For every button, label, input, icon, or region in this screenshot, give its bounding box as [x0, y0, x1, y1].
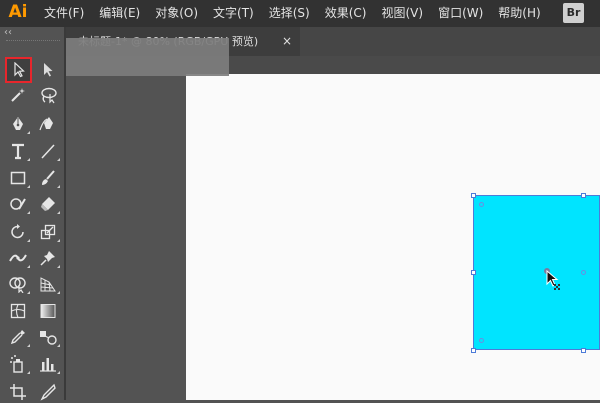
menu-view[interactable]: 视图(V) [373, 0, 430, 27]
line-segment-tool[interactable] [36, 140, 60, 162]
menu-object[interactable]: 对象(O) [147, 0, 205, 27]
artboard-icon [10, 384, 26, 400]
live-corner-widget-bottom-left[interactable] [479, 338, 484, 343]
column-graph-icon [40, 358, 56, 372]
shape-builder-tool[interactable] [6, 273, 30, 295]
menu-help[interactable]: 帮助(H) [490, 0, 547, 27]
eraser-icon [41, 197, 55, 211]
shape-builder-icon [9, 277, 26, 293]
gradient-icon [40, 304, 56, 318]
lasso-tool[interactable] [36, 84, 60, 106]
arrow-icon [13, 62, 25, 78]
resize-handle-top-middle[interactable] [581, 193, 586, 198]
line-icon [41, 144, 55, 159]
puppet-warp-tool[interactable] [36, 247, 60, 269]
bridge-button[interactable]: Br [563, 3, 584, 23]
curvature-pen-icon [39, 117, 53, 131]
eyedropper-icon [10, 330, 25, 345]
menu-edit[interactable]: 编辑(E) [91, 0, 147, 27]
resize-handle-top-left[interactable] [471, 193, 476, 198]
menu-type[interactable]: 文字(T) [205, 0, 261, 27]
paintbrush-tool[interactable] [36, 167, 60, 189]
rectangle-tool[interactable] [6, 167, 30, 189]
width-icon [9, 254, 27, 262]
symbol-sprayer-tool[interactable] [6, 353, 30, 375]
perspective-grid-tool[interactable] [36, 273, 60, 295]
type-icon [12, 143, 24, 160]
perspective-icon [40, 277, 56, 292]
menu-select[interactable]: 选择(S) [261, 0, 317, 27]
selection-tool[interactable] [5, 57, 32, 83]
tools-panel: ‹‹ [0, 27, 66, 401]
curvature-tool[interactable] [36, 113, 60, 135]
live-corner-widget-right[interactable] [581, 270, 586, 275]
panel-grip[interactable] [6, 40, 60, 43]
resize-handle-bottom-middle[interactable] [581, 348, 586, 353]
gradient-tool[interactable] [36, 300, 60, 322]
eyedropper-tool[interactable] [6, 326, 30, 348]
menu-bar: Ai 文件(F) 编辑(E) 对象(O) 文字(T) 选择(S) 效果(C) 视… [0, 0, 600, 27]
live-corner-widget-top-left[interactable] [479, 202, 484, 207]
magic-wand-tool[interactable] [6, 84, 30, 106]
column-graph-tool[interactable] [36, 353, 60, 375]
menu-window[interactable]: 窗口(W) [430, 0, 490, 27]
slice-icon [40, 383, 56, 401]
collapse-panel-button[interactable]: ‹‹ [4, 28, 12, 38]
tab-strip [300, 27, 600, 56]
blurred-overlay [53, 38, 229, 76]
rectangle-icon [10, 171, 26, 185]
width-tool[interactable] [6, 247, 30, 269]
symbol-sprayer-icon [10, 355, 23, 373]
blend-icon [40, 331, 57, 345]
lasso-icon [41, 87, 57, 104]
magic-wand-icon [11, 88, 25, 102]
shaper-icon [10, 198, 26, 210]
eraser-tool[interactable] [36, 193, 60, 215]
scale-icon [40, 224, 56, 240]
type-tool[interactable] [6, 140, 30, 162]
direct-selection-tool[interactable] [36, 59, 60, 81]
resize-handle-bottom-left[interactable] [471, 348, 476, 353]
menu-effect[interactable]: 效果(C) [317, 0, 374, 27]
pen-icon [13, 117, 23, 130]
shaper-tool[interactable] [6, 193, 30, 215]
blend-tool[interactable] [36, 326, 60, 348]
main-menu: 文件(F) 编辑(E) 对象(O) 文字(T) 选择(S) 效果(C) 视图(V… [36, 0, 548, 27]
close-tab-button[interactable]: × [282, 27, 292, 56]
resize-handle-middle-left[interactable] [471, 270, 476, 275]
mesh-icon [10, 303, 26, 319]
pin-icon [40, 251, 55, 266]
scale-tool[interactable] [36, 221, 60, 243]
rotate-icon [11, 224, 24, 239]
pen-tool[interactable] [6, 113, 30, 135]
brush-icon [42, 170, 55, 185]
rotate-tool[interactable] [6, 221, 30, 243]
menu-file[interactable]: 文件(F) [36, 0, 91, 27]
hollow-arrow-icon [44, 63, 53, 77]
mouse-cursor-icon [546, 269, 562, 296]
app-logo: Ai [8, 2, 28, 22]
mesh-tool[interactable] [6, 300, 30, 322]
